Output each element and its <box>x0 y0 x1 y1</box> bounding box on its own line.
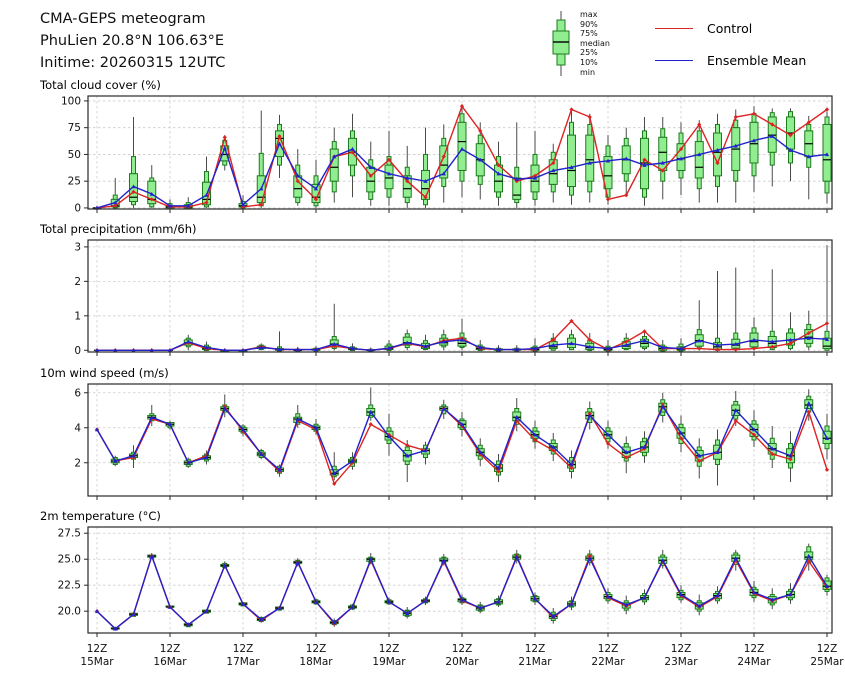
y-tick-label: 50 <box>68 149 81 161</box>
box-whisker <box>694 300 704 351</box>
x-tick-day: 16Mar <box>153 656 187 668</box>
panel-2m-temperature-c-: 20.0 22.5 25.0 27.5 2m temperature (°C) <box>40 509 833 637</box>
x-tick-hour: 12Z <box>817 643 838 655</box>
x-tick-day: 18Mar <box>299 656 333 668</box>
y-tick-label: 4 <box>74 422 81 434</box>
box-whisker <box>220 135 230 171</box>
x-tick-day: 19Mar <box>372 656 406 668</box>
meteogram-chart: 0 25 50 75 100 Total cloud cover (%) 0 1 2 3 Total… <box>39 78 844 668</box>
panel-10m-wind-speed-m-s-: 2 4 6 10m wind speed (m/s) <box>40 366 833 500</box>
y-tick-label: 1 <box>74 310 81 322</box>
y-tick-label: 100 <box>61 95 81 107</box>
y-tick-label: 2 <box>74 276 81 288</box>
box-whisker <box>749 106 759 192</box>
box-whisker <box>621 127 631 196</box>
y-tick-label: 27.5 <box>58 528 81 540</box>
panel-title: 2m temperature (°C) <box>40 509 161 523</box>
x-tick-hour: 12Z <box>233 643 254 655</box>
x-axis-labels: 12Z15Mar12Z16Mar12Z17Mar12Z18Mar12Z19Mar… <box>80 643 844 668</box>
box-whisker <box>713 271 722 351</box>
x-tick-hour: 12Z <box>379 643 400 655</box>
control-marker <box>733 114 738 120</box>
box-whisker <box>384 130 394 206</box>
x-tick-day: 23Mar <box>664 656 698 668</box>
x-tick-day: 22Mar <box>591 656 625 668</box>
box-whisker <box>530 130 540 206</box>
box-whisker <box>694 120 704 203</box>
box-whisker <box>767 108 777 187</box>
box-whisker <box>804 310 814 351</box>
box-whisker <box>567 329 576 351</box>
box-whisker <box>567 109 576 205</box>
x-tick-hour: 12Z <box>452 643 473 655</box>
x-tick-hour: 12Z <box>87 643 108 655</box>
y-tick-label: 0 <box>74 202 81 214</box>
x-tick-hour: 12Z <box>598 643 619 655</box>
x-tick-day: 21Mar <box>518 656 552 668</box>
x-tick-hour: 12Z <box>160 643 181 655</box>
box-whisker <box>713 429 722 486</box>
box-whisker <box>402 329 412 351</box>
panel-total-precipitation-mm-6h-: 0 1 2 3 Total precipitation (mm/6h) <box>39 222 833 357</box>
x-tick-hour: 12Z <box>744 643 765 655</box>
box-whisker <box>457 318 467 351</box>
box-whisker <box>293 405 303 428</box>
y-tick-label: 25.0 <box>58 554 81 566</box>
y-tick-label: 22.5 <box>58 580 81 592</box>
control-marker <box>587 114 592 120</box>
y-tick-label: 25 <box>68 176 81 188</box>
x-tick-hour: 12Z <box>306 643 327 655</box>
x-tick-hour: 12Z <box>525 643 546 655</box>
box-whisker <box>603 135 613 205</box>
y-tick-label: 20.0 <box>58 606 81 618</box>
x-tick-day: 24Mar <box>737 656 771 668</box>
y-tick-label: 3 <box>74 241 81 253</box>
box-whisker <box>749 317 759 351</box>
box-whisker <box>658 116 668 200</box>
box-whisker <box>147 165 157 208</box>
x-tick-day: 15Mar <box>80 656 114 668</box>
control-marker <box>569 107 574 112</box>
control-marker <box>824 467 830 472</box>
panel-title: 10m wind speed (m/s) <box>40 366 169 380</box>
y-tick-label: 6 <box>74 387 81 399</box>
y-tick-label: 2 <box>74 457 81 469</box>
y-tick-label: 75 <box>68 122 81 134</box>
meteogram-figure: CMA-GEPS meteogram PhuLien 20.8°N 106.63… <box>0 0 845 680</box>
box-whisker <box>786 108 795 182</box>
box-whisker <box>822 111 832 204</box>
box-whisker <box>731 267 741 351</box>
panel-title: Total cloud cover (%) <box>39 78 161 92</box>
x-tick-day: 20Mar <box>445 656 479 668</box>
control-marker <box>222 135 227 140</box>
box-whisker <box>822 245 832 351</box>
panel-total-cloud-cover-: 0 25 50 75 100 Total cloud cover (%) <box>39 78 833 214</box>
y-tick-label: 0 <box>74 345 81 357</box>
panel-title: Total precipitation (mm/6h) <box>39 222 196 236</box>
x-tick-day: 25Mar <box>810 656 844 668</box>
box-whisker <box>329 127 339 203</box>
box-whisker <box>512 122 522 208</box>
x-tick-hour: 12Z <box>671 643 692 655</box>
control-marker <box>605 197 611 202</box>
x-tick-day: 17Mar <box>226 656 260 668</box>
box-whisker <box>548 143 558 203</box>
